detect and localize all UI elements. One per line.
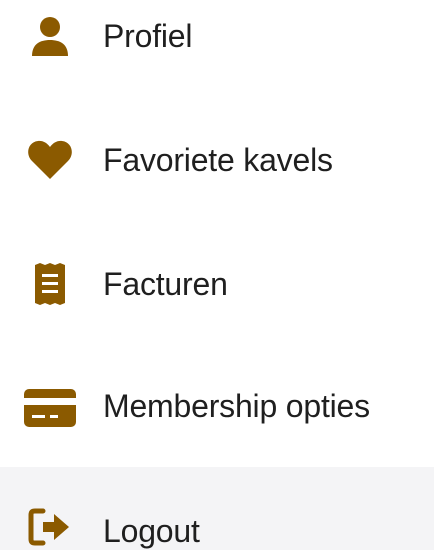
account-menu: Profiel Favoriete kavels Facturen: [0, 0, 434, 550]
credit-card-icon: [24, 382, 76, 434]
user-icon: [24, 10, 76, 62]
menu-item-favoriete-kavels[interactable]: Favoriete kavels: [0, 99, 434, 221]
menu-item-label: Profiel: [103, 18, 192, 55]
logout-icon: [24, 501, 76, 550]
menu-item-facturen[interactable]: Facturen: [0, 223, 434, 345]
menu-item-membership-opties[interactable]: Membership opties: [0, 345, 434, 467]
menu-item-profiel[interactable]: Profiel: [0, 0, 434, 97]
heart-icon: [24, 134, 76, 186]
menu-item-label: Facturen: [103, 266, 228, 303]
menu-item-label: Logout: [103, 513, 200, 550]
menu-item-label: Favoriete kavels: [103, 142, 333, 179]
menu-item-logout[interactable]: Logout: [0, 467, 434, 550]
receipt-icon: [24, 258, 76, 310]
menu-item-label: Membership opties: [103, 388, 370, 425]
